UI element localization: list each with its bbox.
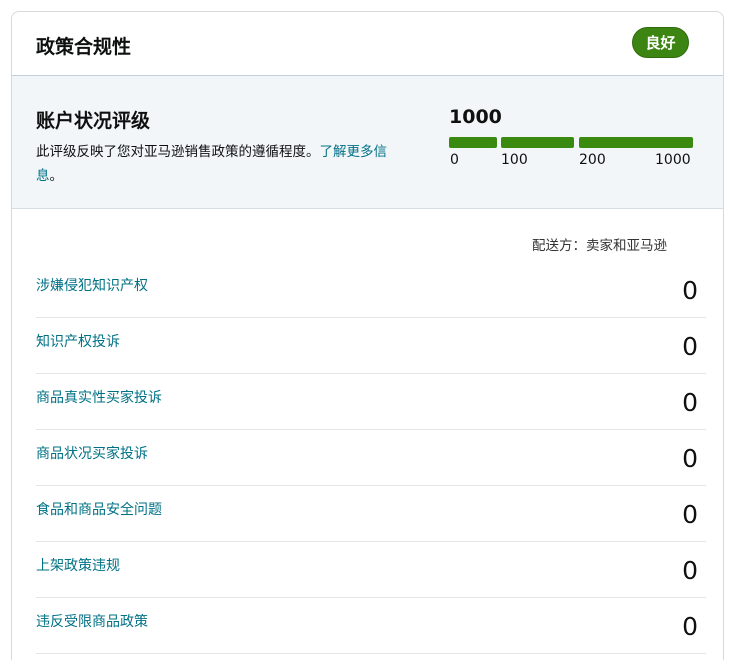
score-bar-segment-2	[501, 137, 574, 148]
metric-value: 0	[682, 612, 698, 641]
score-tick-200: 200	[579, 152, 606, 168]
account-health-title: 账户状况评级	[36, 110, 151, 132]
metric-value: 0	[682, 500, 698, 529]
description-text: 此评级反映了您对亚马逊销售政策的遵循程度。	[36, 144, 320, 160]
score-bar-segment-1	[449, 137, 497, 148]
health-score-value: 1000	[449, 106, 502, 128]
metric-value: 0	[682, 556, 698, 585]
description-period: 。	[49, 168, 64, 184]
metric-row-restricted-products: 违反受限商品政策 0	[36, 598, 706, 654]
metric-row-condition-complaints: 商品状况买家投诉 0	[36, 430, 706, 486]
metric-label[interactable]: 知识产权投诉	[36, 331, 120, 351]
metric-label[interactable]: 违反受限商品政策	[36, 611, 148, 631]
metric-value: 0	[682, 332, 698, 361]
card-title: 政策合规性	[36, 36, 132, 58]
metric-value: 0	[682, 276, 698, 305]
metric-row-suspected-ip-violations: 涉嫌侵犯知识产权 0	[36, 262, 706, 318]
metric-value: 0	[682, 444, 698, 473]
fulfillment-channel-label: 配送方：卖家和亚马逊	[532, 238, 667, 254]
score-tick-0: 0	[450, 152, 459, 168]
metric-label[interactable]: 涉嫌侵犯知识产权	[36, 275, 148, 295]
metric-row-safety-issues: 食品和商品安全问题 0	[36, 486, 706, 542]
score-tick-1000: 1000	[655, 152, 691, 168]
metric-row-authenticity-complaints: 商品真实性买家投诉 0	[36, 374, 706, 430]
account-health-description: 此评级反映了您对亚马逊销售政策的遵循程度。了解更多信息。	[36, 140, 412, 188]
metric-row-listing-violations: 上架政策违规 0	[36, 542, 706, 598]
policy-compliance-card: 政策合规性 良好 账户状况评级 此评级反映了您对亚马逊销售政策的遵循程度。了解更…	[11, 11, 724, 660]
metric-label[interactable]: 食品和商品安全问题	[36, 499, 162, 519]
metric-label[interactable]: 商品真实性买家投诉	[36, 387, 162, 407]
metric-label[interactable]: 上架政策违规	[36, 555, 120, 575]
metric-value: 0	[682, 388, 698, 417]
account-health-rating-section: 账户状况评级 此评级反映了您对亚马逊销售政策的遵循程度。了解更多信息。 1000…	[12, 76, 723, 209]
score-tick-100: 100	[501, 152, 528, 168]
metric-label[interactable]: 商品状况买家投诉	[36, 443, 148, 463]
status-badge: 良好	[632, 27, 689, 58]
metric-row-ip-complaints: 知识产权投诉 0	[36, 318, 706, 374]
card-header: 政策合规性 良好	[12, 12, 723, 76]
score-bar-segment-3	[579, 137, 693, 148]
